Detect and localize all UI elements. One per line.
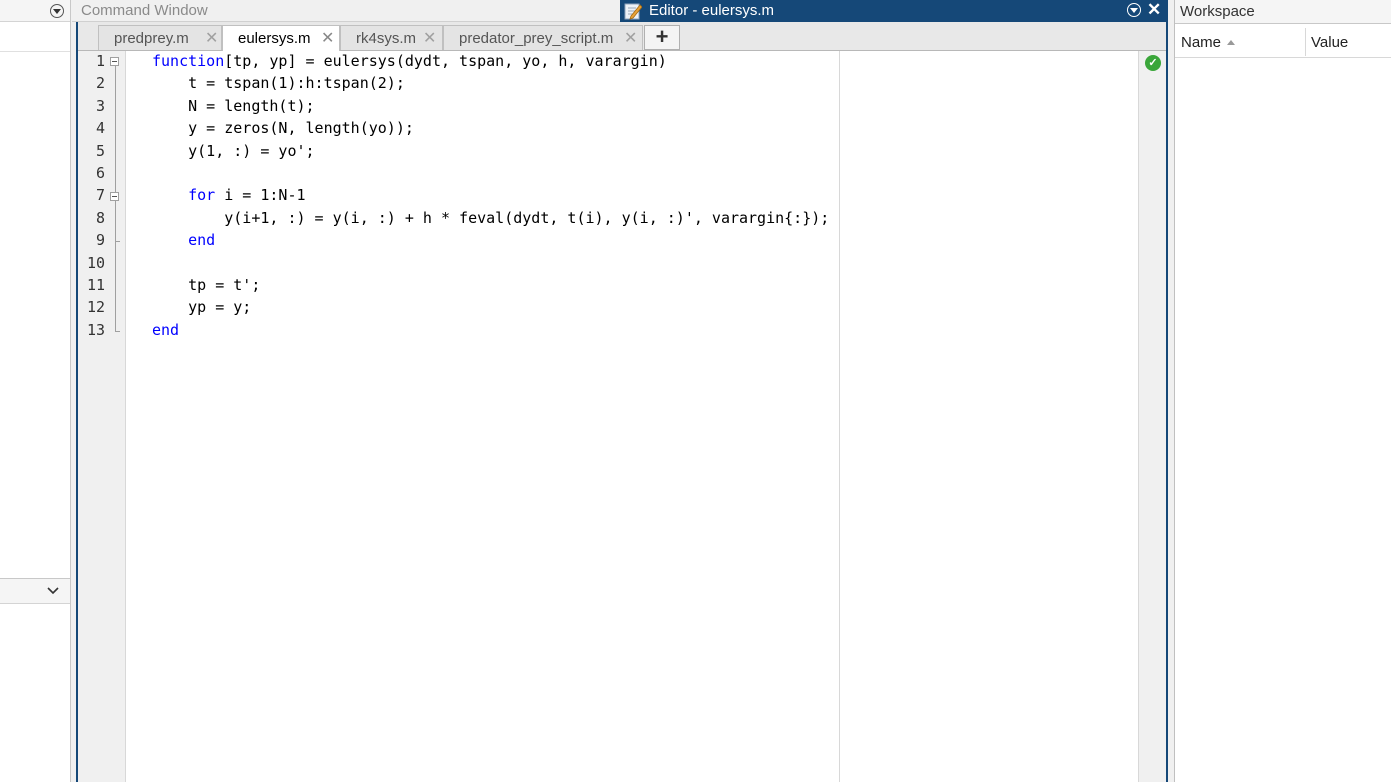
keyword-token: end bbox=[152, 320, 180, 339]
close-icon[interactable]: ✕ bbox=[1147, 0, 1161, 20]
code-line[interactable]: y = zeros(N, length(yo)); bbox=[152, 118, 414, 138]
line-number: 7 bbox=[95, 186, 105, 205]
code-token: tp = t'; bbox=[152, 276, 261, 294]
code-token: N = length(t); bbox=[152, 96, 315, 115]
line-number: 10 bbox=[86, 253, 105, 272]
divider bbox=[0, 51, 70, 52]
workspace-title: Workspace bbox=[1180, 3, 1255, 20]
workspace-header[interactable]: Workspace bbox=[1175, 0, 1391, 24]
code-line[interactable]: end bbox=[152, 230, 215, 250]
column-header-name[interactable]: Name bbox=[1181, 34, 1221, 51]
line-number: 2 bbox=[95, 74, 105, 93]
current-folder-panel bbox=[0, 0, 71, 782]
command-window-titlebar[interactable]: Command Window bbox=[72, 0, 620, 22]
code-line[interactable]: for i = 1:N-1 bbox=[152, 185, 306, 205]
tab-predator-prey-script[interactable]: predator_prey_script.m ✕ bbox=[443, 25, 643, 50]
code-line[interactable]: t = tspan(1):h:tspan(2); bbox=[152, 73, 405, 93]
tab-predprey[interactable]: predprey.m ✕ bbox=[98, 25, 222, 50]
chevron-down-icon bbox=[47, 587, 59, 595]
keyword-token: function bbox=[152, 52, 225, 70]
editor-title: Editor - eulersys.m bbox=[649, 2, 775, 19]
close-tab-icon[interactable]: ✕ bbox=[321, 28, 334, 48]
right-margin-line bbox=[839, 51, 840, 782]
editor-tabbar: predprey.m ✕ eulersys.m ✕ rk4sys.m ✕ pre… bbox=[78, 22, 1166, 52]
code-token: yp = y; bbox=[152, 298, 252, 317]
code-token: y(i+1, :) = y(i, :) + h * feval(dydt, t(… bbox=[152, 208, 830, 227]
close-tab-icon[interactable]: ✕ bbox=[205, 28, 218, 48]
line-number: 13 bbox=[86, 320, 105, 339]
line-number-gutter: 1 2 3 4 5 6 7 8 9 10 11 12 13 bbox=[78, 51, 126, 782]
code-line[interactable]: N = length(t); bbox=[152, 96, 315, 116]
code-analyzer-strip bbox=[1138, 51, 1166, 782]
line-number: 11 bbox=[86, 276, 105, 294]
line-number: 1 bbox=[95, 52, 105, 70]
fold-toggle-function[interactable] bbox=[110, 57, 119, 66]
fold-toggle-for[interactable] bbox=[110, 192, 119, 201]
code-line[interactable]: y(i+1, :) = y(i, :) + h * feval(dydt, t(… bbox=[152, 208, 829, 228]
workspace-panel: Workspace Name Value bbox=[1174, 0, 1391, 782]
code-line[interactable]: yp = y; bbox=[152, 297, 251, 317]
code-line[interactable]: end bbox=[152, 320, 179, 340]
close-tab-icon[interactable]: ✕ bbox=[624, 28, 637, 48]
line-number: 12 bbox=[86, 298, 105, 317]
column-header-value[interactable]: Value bbox=[1311, 34, 1348, 51]
details-toggle[interactable] bbox=[0, 578, 70, 604]
code-token: y = zeros(N, length(yo)); bbox=[152, 119, 414, 138]
chevron-down-icon bbox=[53, 9, 61, 14]
chevron-down-icon bbox=[1130, 8, 1138, 13]
keyword-token: for bbox=[188, 186, 216, 205]
line-number: 5 bbox=[95, 141, 105, 160]
code-line[interactable]: tp = t'; bbox=[152, 275, 260, 295]
fold-end bbox=[115, 241, 120, 242]
tab-eulersys[interactable]: eulersys.m ✕ bbox=[222, 25, 340, 52]
sort-ascending-icon bbox=[1227, 40, 1235, 45]
editor-icon bbox=[624, 3, 642, 20]
workspace-column-headers: Name Value bbox=[1175, 24, 1391, 58]
close-tab-icon[interactable]: ✕ bbox=[423, 28, 436, 48]
code-token: i = 1:N-1 bbox=[215, 186, 306, 205]
fold-end bbox=[115, 331, 120, 332]
line-number: 3 bbox=[95, 96, 105, 115]
code-token: [tp, yp] = eulersys(dydt, tspan, yo, h, … bbox=[224, 52, 667, 70]
code-line[interactable]: function[tp, yp] = eulersys(dydt, tspan,… bbox=[152, 51, 667, 71]
code-editor[interactable]: function[tp, yp] = eulersys(dydt, tspan,… bbox=[126, 51, 1138, 782]
keyword-token: end bbox=[188, 231, 216, 250]
line-number: 4 bbox=[95, 119, 105, 138]
code-token: y(1, :) = yo'; bbox=[152, 141, 315, 160]
tab-label: predator_prey_script.m bbox=[459, 30, 614, 47]
code-token: t = tspan(1):h:tspan(2); bbox=[152, 74, 405, 93]
code-line[interactable]: y(1, :) = yo'; bbox=[152, 141, 315, 161]
command-window-title: Command Window bbox=[81, 2, 208, 19]
tab-label: eulersys.m bbox=[238, 30, 311, 47]
editor-actions-button[interactable] bbox=[1127, 3, 1141, 17]
line-number: 8 bbox=[95, 208, 105, 227]
column-divider[interactable] bbox=[1305, 28, 1306, 56]
code-analyzer-ok-icon[interactable]: ✓ bbox=[1145, 55, 1161, 71]
tab-rk4sys[interactable]: rk4sys.m ✕ bbox=[340, 25, 443, 50]
line-number: 6 bbox=[95, 164, 105, 182]
tab-label: predprey.m bbox=[114, 30, 189, 47]
add-tab-button[interactable]: + bbox=[644, 25, 680, 50]
editor-titlebar[interactable]: Editor - eulersys.m ✕ bbox=[620, 0, 1168, 22]
panel-actions-button[interactable] bbox=[50, 4, 64, 18]
line-number: 9 bbox=[95, 231, 105, 250]
tab-label: rk4sys.m bbox=[356, 30, 416, 47]
